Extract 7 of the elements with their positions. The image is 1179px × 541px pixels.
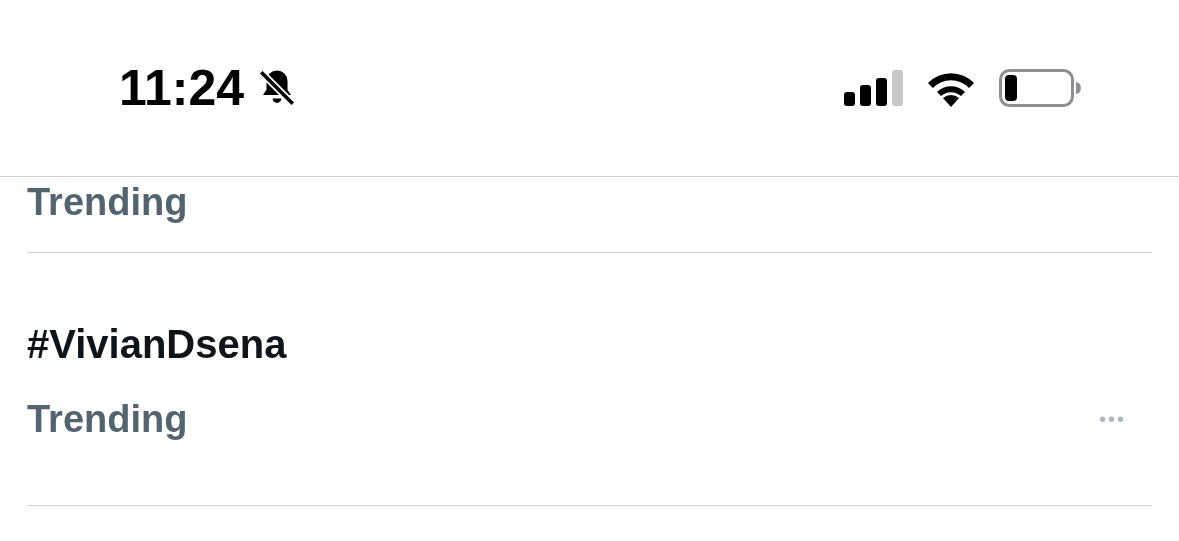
trend-category: Trending — [27, 180, 188, 225]
trend-category: Trending — [27, 397, 188, 442]
battery-icon — [999, 68, 1081, 107]
signal-icon — [844, 69, 904, 106]
more-options-button[interactable]: ••• — [1099, 409, 1126, 429]
status-time: 11:24 — [119, 62, 245, 113]
trend-title: #VivianDsena — [27, 321, 288, 368]
